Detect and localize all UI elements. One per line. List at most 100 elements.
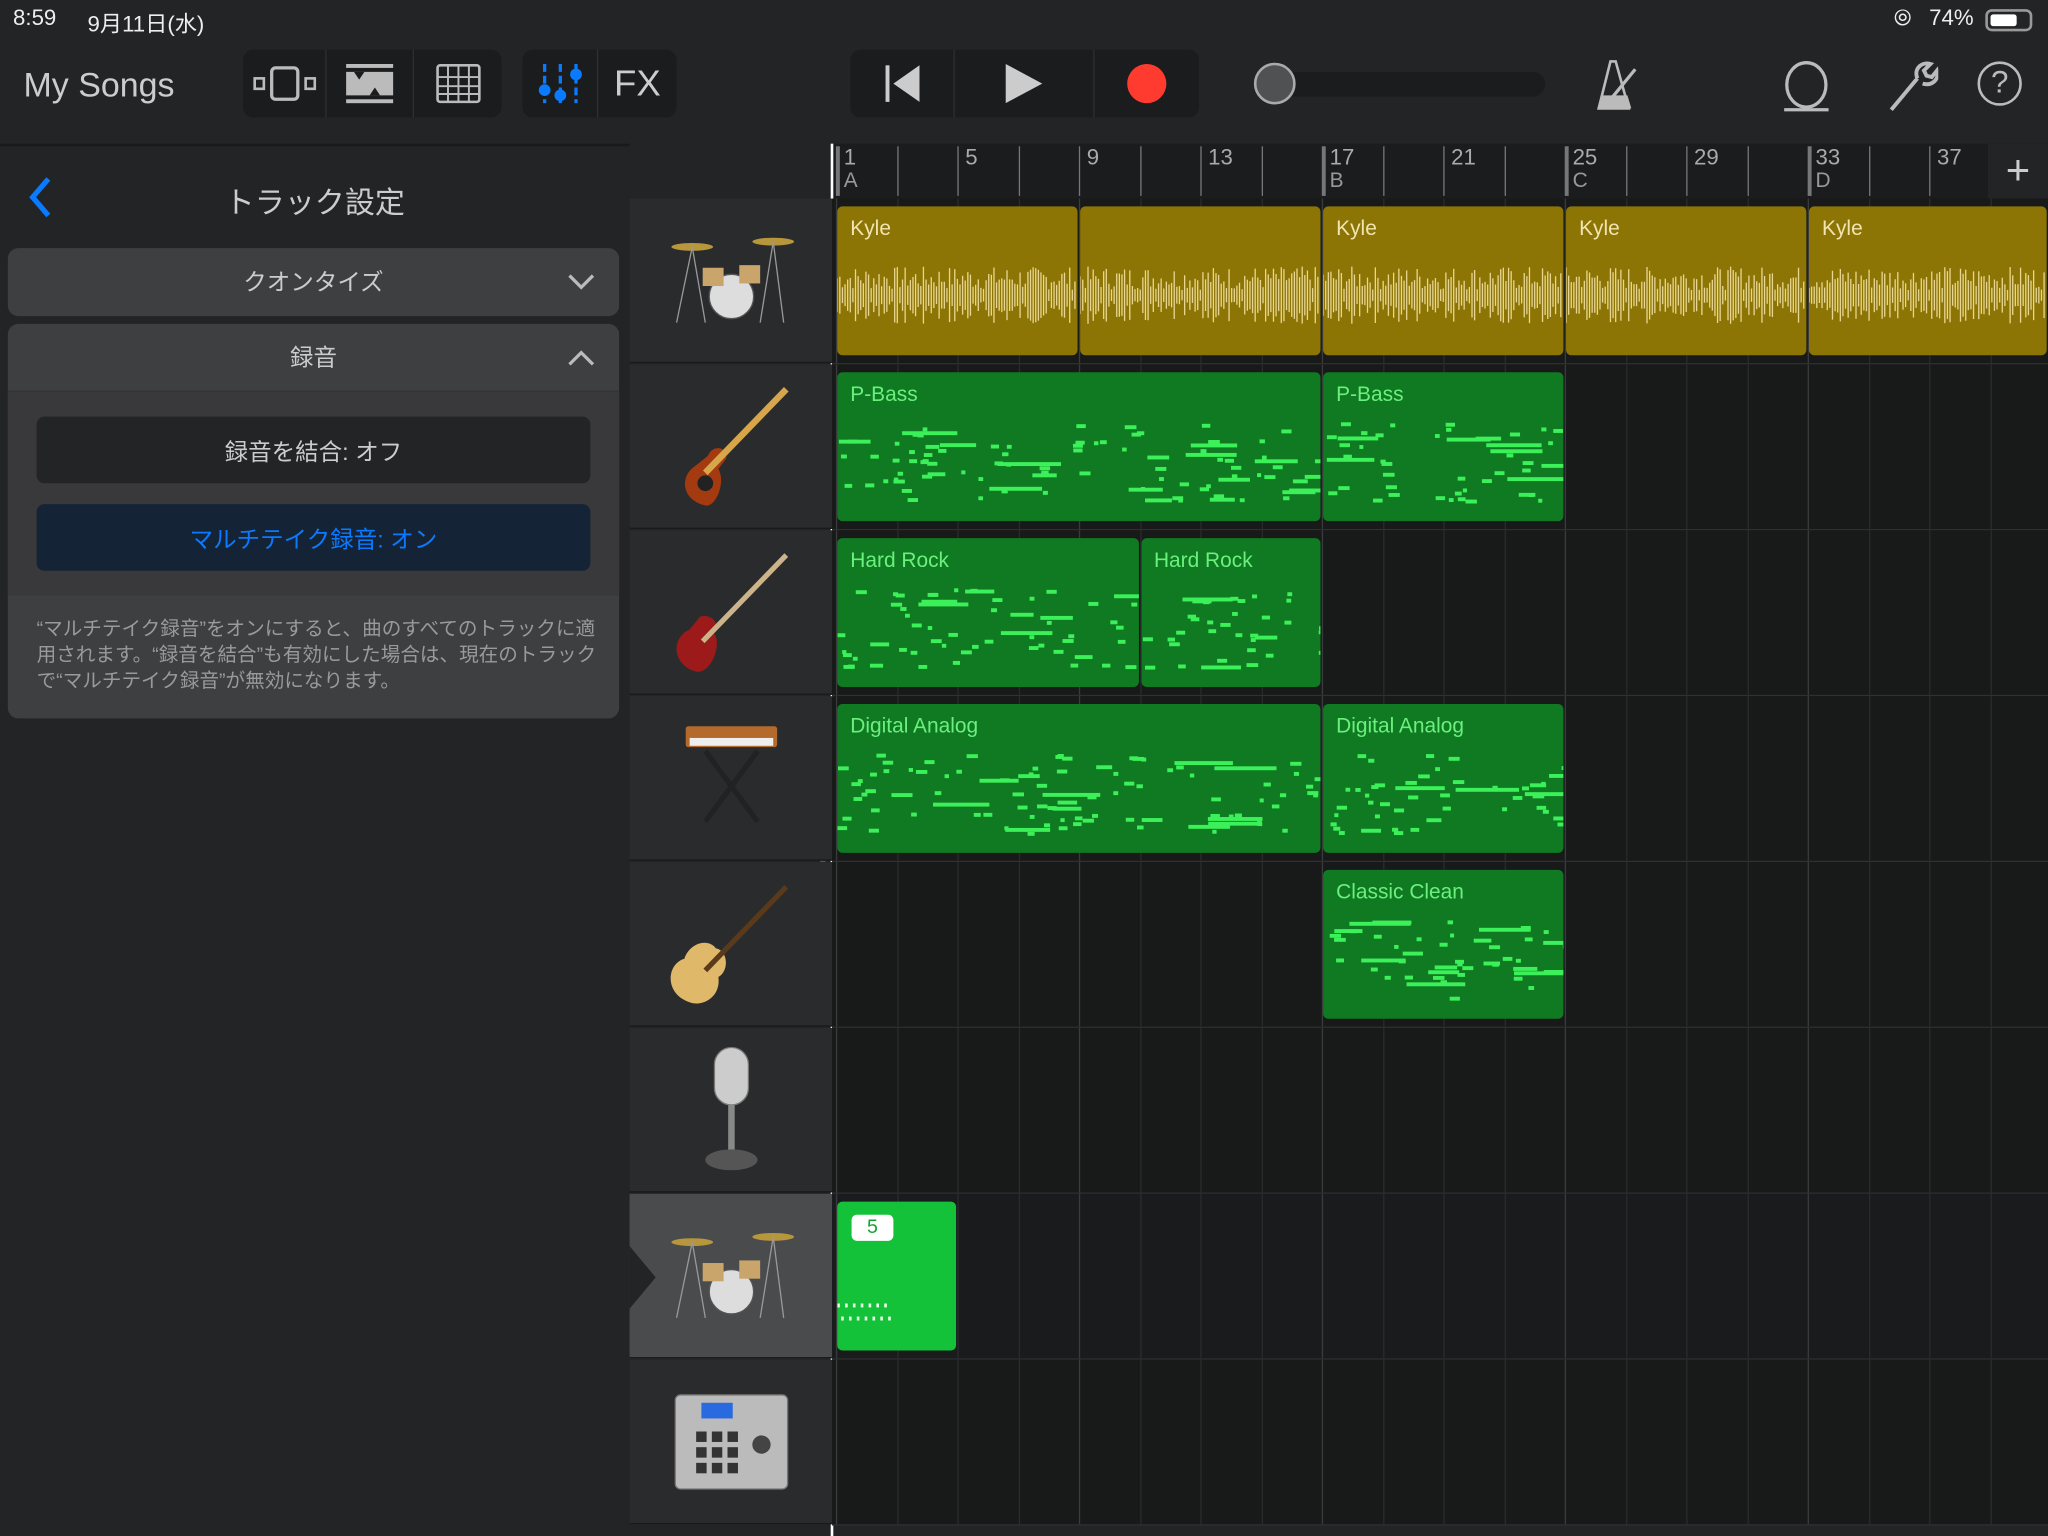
beat-sequencer-icon: [630, 1360, 832, 1523]
ruler-bar-label: 9: [1086, 144, 1100, 170]
ruler-tick: [1868, 146, 1870, 196]
play-icon[interactable]: [955, 49, 1095, 118]
track-header[interactable]: [629, 1359, 832, 1525]
recording-description: “マルチテイク録音”をオンにすると、曲のすべてのトラックに適用されます。“録音を…: [36, 617, 597, 693]
my-songs-button[interactable]: My Songs: [24, 65, 175, 105]
ruler-tick: [1564, 146, 1569, 196]
recording-region[interactable]: 5: [837, 1201, 957, 1351]
panel-title: トラック設定: [224, 185, 405, 220]
ruler-section-label: C: [1572, 169, 1588, 192]
ruler-bar-label: 21: [1451, 144, 1476, 170]
ruler-tick: [1443, 146, 1445, 196]
tracks-view-icon[interactable]: [243, 49, 327, 118]
ruler-tick: [1321, 146, 1326, 196]
quantize-row[interactable]: クオンタイズ: [7, 248, 620, 317]
loop-icon[interactable]: [1782, 60, 1834, 115]
ruler-tick: [1261, 146, 1263, 196]
metronome-icon[interactable]: [1596, 59, 1643, 114]
ruler-bar-label: 29: [1694, 144, 1719, 170]
battery-percent: 74%: [1929, 5, 1974, 31]
ruler-tick: [1746, 146, 1749, 196]
keyboard-icon: [630, 696, 832, 859]
track-lane[interactable]: [831, 1359, 2048, 1526]
audio-region[interactable]: Kyle: [1323, 206, 1564, 356]
drum-kit-icon: [630, 199, 832, 362]
chevron-up-icon[interactable]: [567, 349, 596, 367]
fx-button[interactable]: FX: [598, 50, 676, 118]
recording-header[interactable]: 録音: [7, 324, 620, 392]
audio-region[interactable]: [1080, 206, 1321, 356]
ruler-tick: [1382, 146, 1384, 196]
track-settings-panel: トラック設定 クオンタイズ 録音 録音を結合: オフ マルチテイク録音: オン …: [0, 143, 630, 1536]
quantize-label: クオンタイズ: [243, 269, 384, 296]
midi-region[interactable]: P-Bass: [837, 372, 1321, 522]
ruler-tick: [1078, 146, 1081, 196]
midi-notes: [837, 588, 1139, 670]
link-icon: ⦾: [1893, 5, 1912, 31]
multitake-recording-button[interactable]: マルチテイク録音: オン: [36, 504, 591, 571]
ruler-tick: [1929, 146, 1931, 196]
midi-region[interactable]: Digital Analog: [837, 703, 1321, 853]
ruler-tick: [1139, 146, 1141, 196]
ruler-tick: [1807, 146, 1812, 196]
go-to-beginning-icon[interactable]: [850, 49, 955, 118]
ruler-tick: [835, 146, 840, 196]
hollow-body-guitar-icon: [630, 862, 832, 1025]
add-section-button[interactable]: +: [1987, 143, 2048, 199]
track-header[interactable]: [629, 530, 832, 695]
drum-kit-icon: [630, 1194, 832, 1357]
ruler-tick: [1625, 146, 1627, 196]
microphone-icon: [630, 1028, 832, 1191]
ruler-tick: [957, 146, 959, 196]
audio-region[interactable]: Kyle: [837, 206, 1078, 356]
ruler-section-label: D: [1815, 169, 1831, 192]
merge-recordings-button[interactable]: 録音を結合: オフ: [36, 416, 591, 484]
electric-guitar-icon: [630, 530, 832, 693]
status-date: 9月11日(水): [87, 11, 205, 37]
record-icon[interactable]: [1095, 50, 1199, 118]
grid-icon[interactable]: [414, 50, 502, 118]
mixer-fx-group: FX: [522, 49, 677, 118]
track-lane[interactable]: [831, 1193, 2048, 1360]
audio-region[interactable]: Kyle: [1808, 206, 2047, 356]
track-header[interactable]: [629, 364, 832, 529]
midi-notes: [1330, 754, 1564, 836]
mixer-icon[interactable]: [522, 49, 599, 118]
track-lane[interactable]: [831, 1027, 2048, 1194]
take-count-badge[interactable]: 5: [851, 1214, 894, 1241]
transport-group: [850, 49, 1200, 118]
midi-notes: [1326, 422, 1564, 504]
wrench-icon[interactable]: [1886, 60, 1939, 115]
battery-icon: [1985, 9, 2033, 32]
midi-notes: [838, 423, 1321, 503]
ruler-tick: [1200, 146, 1202, 196]
slider-thumb[interactable]: [1253, 62, 1296, 105]
track-header[interactable]: [629, 862, 832, 1027]
midi-region[interactable]: Digital Analog: [1323, 703, 1564, 853]
audio-region[interactable]: Kyle: [1566, 206, 1807, 356]
ruler-bar-label: 25: [1572, 144, 1598, 170]
playhead-slider[interactable]: [1256, 71, 1546, 97]
midi-notes: [1329, 920, 1564, 1001]
waveform: [1808, 266, 2045, 324]
ruler-bar-label: 5: [965, 144, 978, 170]
track-header[interactable]: [629, 696, 832, 861]
ruler-tick: [1018, 146, 1020, 196]
midi-region[interactable]: P-Bass: [1323, 372, 1564, 522]
waveform: [1323, 266, 1562, 324]
recording-section: 録音 録音を結合: オフ マルチテイク録音: オン “マルチテイク録音”をオンに…: [7, 323, 620, 719]
track-header[interactable]: [629, 1027, 832, 1193]
track-header[interactable]: [629, 198, 832, 364]
midi-region[interactable]: Classic Clean: [1323, 869, 1564, 1019]
ruler-tick: [1503, 146, 1506, 196]
midi-region[interactable]: Hard Rock: [837, 538, 1139, 688]
help-icon[interactable]: ?: [1977, 61, 2022, 106]
ruler-bar-label: 37: [1936, 144, 1962, 170]
ruler-section-label: A: [843, 169, 858, 192]
midi-region[interactable]: Hard Rock: [1140, 538, 1321, 688]
track-header[interactable]: [629, 1193, 832, 1359]
live-loops-icon[interactable]: [327, 49, 415, 118]
timeline-ruler[interactable]: 1 A 5 9 13 17 B 21 25 C 29 33 D 37: [831, 143, 2048, 199]
midi-notes: [837, 753, 1321, 836]
view-group: [242, 49, 502, 118]
